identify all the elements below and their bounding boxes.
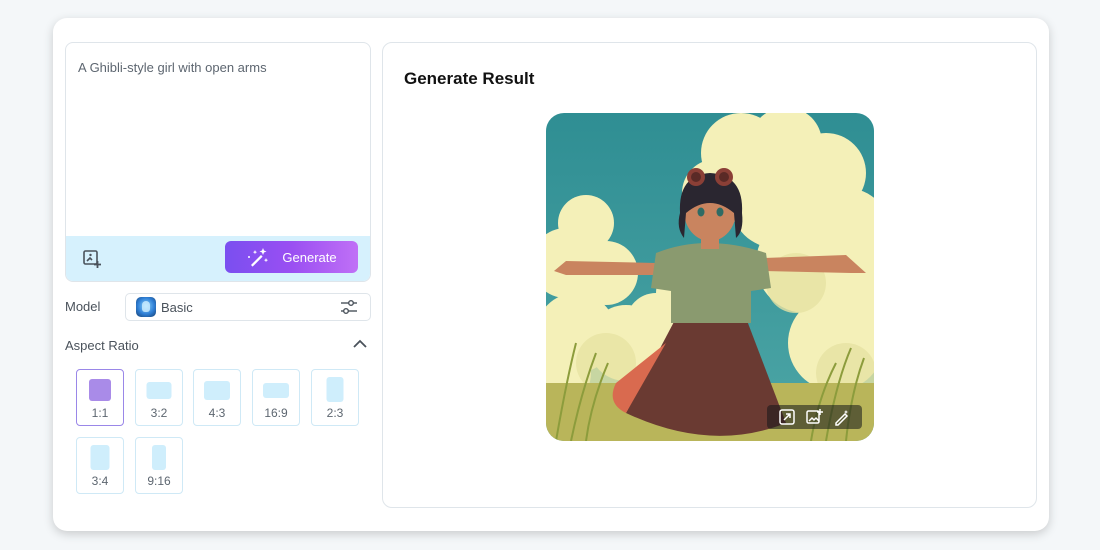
- ratio-shape: [204, 381, 230, 400]
- generate-button[interactable]: Generate: [225, 241, 358, 273]
- ratio-option-4-3[interactable]: 4:3: [193, 369, 241, 426]
- ratio-label: 1:1: [91, 406, 109, 420]
- ratio-option-1-1[interactable]: 1:1: [76, 369, 124, 426]
- ratio-shape: [152, 445, 166, 470]
- upscale-icon[interactable]: [778, 408, 796, 426]
- sliders-icon[interactable]: [340, 299, 358, 315]
- generated-image[interactable]: [546, 113, 874, 441]
- magic-wand-icon: [248, 248, 269, 267]
- ratio-shape: [90, 445, 110, 470]
- ratio-option-3-4[interactable]: 3:4: [76, 437, 124, 494]
- result-panel: Generate Result: [382, 42, 1037, 508]
- ratio-shape: [326, 377, 344, 402]
- generator-card: A Ghibli-style girl with open arms Gener…: [53, 18, 1049, 531]
- ratio-label: 2:3: [326, 406, 344, 420]
- chevron-up-icon[interactable]: [352, 337, 368, 351]
- prompt-input[interactable]: A Ghibli-style girl with open arms: [66, 43, 370, 238]
- ratio-label: 3:2: [150, 406, 168, 420]
- generate-label: Generate: [282, 249, 337, 265]
- prompt-box: A Ghibli-style girl with open arms Gener…: [65, 42, 371, 282]
- edit-icon[interactable]: [833, 408, 851, 426]
- ratio-label: 3:4: [91, 474, 109, 488]
- ratio-label: 9:16: [147, 474, 171, 488]
- model-avatar-icon: [136, 297, 156, 317]
- prompt-toolbar: Generate: [66, 236, 370, 281]
- result-title: Generate Result: [404, 69, 535, 88]
- model-select[interactable]: Basic: [125, 293, 371, 321]
- model-name: Basic: [161, 299, 193, 315]
- ratio-shape: [263, 383, 289, 398]
- ratio-shape: [89, 379, 111, 401]
- image-upload-icon[interactable]: [80, 247, 104, 271]
- ratio-option-3-2[interactable]: 3:2: [135, 369, 183, 426]
- ratio-option-16-9[interactable]: 16:9: [252, 369, 300, 426]
- ratio-option-9-16[interactable]: 9:16: [135, 437, 183, 494]
- save-image-icon[interactable]: [805, 408, 824, 426]
- ratio-shape: [146, 382, 172, 399]
- ratio-label: 4:3: [208, 406, 226, 420]
- image-actions: [767, 405, 862, 429]
- ratio-option-2-3[interactable]: 2:3: [311, 369, 359, 426]
- ratio-label: 16:9: [264, 406, 288, 420]
- model-label: Model: [65, 299, 101, 314]
- generated-image-art: [546, 113, 874, 441]
- aspect-ratio-label: Aspect Ratio: [65, 338, 139, 353]
